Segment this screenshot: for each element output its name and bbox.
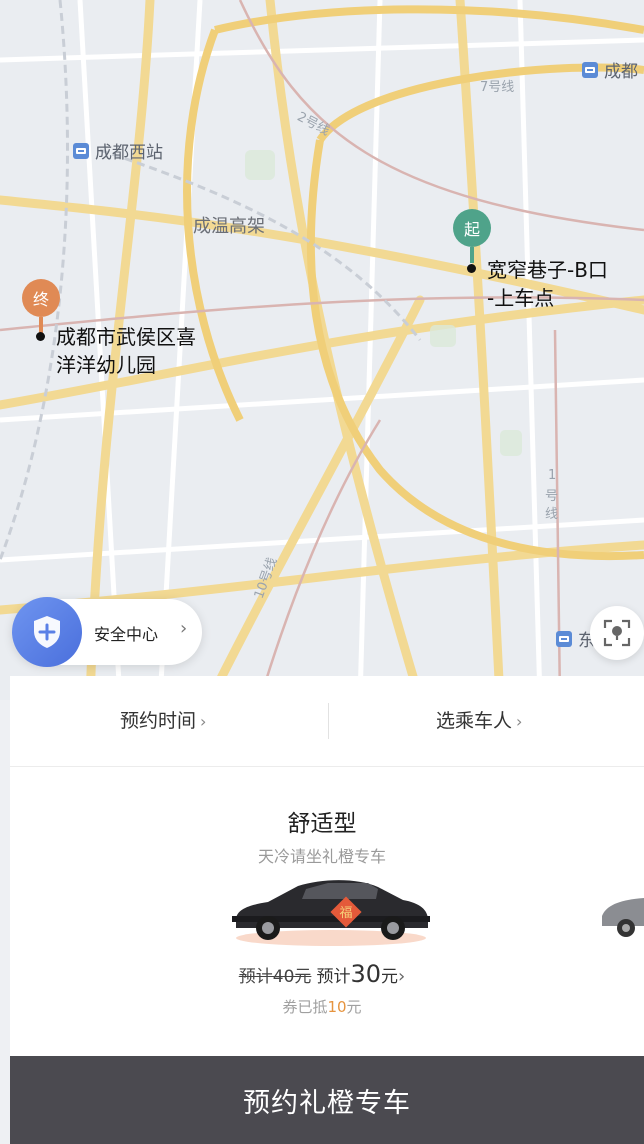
price-value: 30: [350, 960, 382, 988]
start-label-line1: 宽窄巷子-B口: [487, 258, 608, 282]
end-label: 成都市武侯区喜 洋洋幼儿园: [56, 323, 196, 379]
station-icon: [73, 142, 89, 159]
end-dot: [36, 332, 45, 341]
price-prefix: 预计: [316, 967, 351, 987]
metro-line-1-label-b: 号: [545, 489, 559, 504]
end-pin[interactable]: 终: [22, 279, 60, 333]
price-unit: 元: [381, 967, 399, 987]
end-marker: 终: [22, 279, 60, 317]
fu-badge: 福: [339, 906, 352, 921]
select-passenger-label: 选乘车人: [436, 710, 513, 732]
coupon-prefix: 券已抵: [282, 998, 328, 1016]
select-passenger-button[interactable]: 选乘车人 ›: [436, 706, 522, 733]
station-chengdu-west[interactable]: 成都西站: [73, 138, 163, 163]
start-dot: [467, 264, 476, 273]
safety-center-button[interactable]: 安全中心 ›: [12, 597, 202, 667]
end-pin-stem: [39, 317, 43, 333]
shield-icon: [12, 597, 82, 667]
chevron-right-icon: ›: [180, 618, 188, 639]
chevron-right-icon: ›: [200, 712, 207, 731]
coupon-note: 券已抵10元: [0, 996, 644, 1017]
metro-line-7-label: 7号线: [480, 80, 515, 95]
book-ride-button[interactable]: 预约礼橙专车: [10, 1056, 644, 1144]
car-type-slogan: 天冷请坐礼橙专车: [257, 847, 386, 866]
car-type-title: 舒适型: [287, 811, 357, 837]
highway-label: 成温高架: [193, 216, 265, 237]
locate-button[interactable]: [590, 606, 644, 660]
metro-line-1-label-a: 1: [548, 468, 557, 483]
price-estimate[interactable]: 预计40元 预计30元›: [0, 960, 644, 988]
station-icon: [582, 61, 598, 78]
end-label-line2: 洋洋幼儿园: [56, 353, 156, 377]
reserve-time-label: 预约时间: [120, 710, 197, 732]
station-label: 成都西站: [95, 143, 163, 163]
metro-line-1-label-c: 线: [545, 507, 559, 522]
station-label: 成都: [604, 62, 638, 82]
reserve-time-button[interactable]: 预约时间 ›: [120, 706, 206, 733]
start-pin-stem: [470, 247, 474, 263]
safety-center-label: 安全中心: [94, 625, 159, 644]
start-label-line2: -上车点: [487, 286, 555, 310]
options-divider: [328, 703, 329, 739]
car-image[interactable]: 福: [228, 872, 434, 948]
chevron-right-icon: ›: [516, 712, 523, 731]
station-icon: [556, 630, 572, 647]
original-price: 预计40元: [238, 967, 312, 987]
coupon-unit: 元: [346, 998, 362, 1016]
options-row: 预约时间 › 选乘车人 ›: [10, 676, 644, 767]
next-car-image[interactable]: [600, 882, 644, 942]
chevron-right-icon: ›: [398, 966, 406, 987]
map-view[interactable]: 成温高架 2号线 7号线 10号线 1 号 线 成都西站 成都 东 起 宽窄巷子…: [0, 0, 644, 700]
locate-icon: [603, 619, 631, 647]
start-marker: 起: [453, 209, 491, 247]
start-label: 宽窄巷子-B口 -上车点: [487, 256, 608, 312]
station-chengdu-top[interactable]: 成都: [582, 57, 638, 82]
coupon-amount: 10: [327, 998, 347, 1016]
start-pin[interactable]: 起: [453, 209, 491, 263]
end-label-line1: 成都市武侯区喜: [56, 325, 196, 349]
